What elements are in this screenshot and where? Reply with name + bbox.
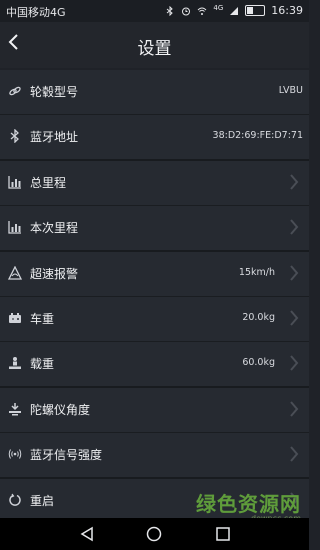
clock: 16:39 [271, 4, 303, 17]
chevron-right-icon [290, 265, 299, 281]
recents-square-icon[interactable] [214, 525, 232, 543]
settings-label: 陀螺仪角度 [30, 403, 91, 417]
device-info-section: 轮毂型号 LVBU 蓝牙地址 38:D2:69:FE:D7:71 [0, 70, 309, 159]
chevron-right-icon [290, 219, 299, 235]
person-load-icon [9, 357, 21, 369]
warning-icon [8, 266, 22, 280]
app-header: 设置 [0, 22, 309, 68]
chevron-right-icon [290, 174, 299, 190]
chevron-right-icon [290, 355, 299, 371]
settings-row-vehicle-weight[interactable]: 车重 20.0kg [0, 297, 309, 341]
wifi-icon [198, 7, 207, 15]
settings-label: 蓝牙信号强度 [30, 448, 103, 462]
settings-row-bluetooth-signal[interactable]: 蓝牙信号强度 [0, 433, 309, 477]
battery-icon [245, 5, 266, 16]
settings-row-hub-model: 轮毂型号 LVBU [0, 70, 309, 114]
ride-settings-section: 超速报警 15km/h 车重 20.0kg 载重 60.0kg [0, 252, 309, 386]
settings-row-speed-alarm[interactable]: 超速报警 15km/h [0, 252, 309, 296]
home-circle-icon[interactable] [145, 525, 163, 543]
settings-value: LVBU [278, 85, 303, 96]
settings-value: 60.0kg [242, 357, 275, 368]
signal-icon [230, 6, 239, 15]
bar-chart-icon [8, 221, 21, 234]
restart-icon [9, 493, 21, 506]
settings-row-trip-mileage[interactable]: 本次里程 [0, 206, 309, 250]
system-nav-bar [0, 518, 309, 550]
watermark-text: 绿色资源网 [196, 492, 301, 516]
bar-chart-icon [8, 176, 21, 189]
bluetooth-icon [10, 129, 19, 143]
chevron-right-icon [290, 401, 299, 417]
settings-row-total-mileage[interactable]: 总里程 [0, 161, 309, 205]
settings-row-bluetooth-address: 蓝牙地址 38:D2:69:FE:D7:71 [0, 115, 309, 159]
page-title: 设置 [137, 39, 172, 59]
bluetooth-icon [167, 5, 174, 16]
status-icons: 4G 16:39 [165, 4, 303, 17]
gyroscope-icon [9, 403, 21, 416]
carrier-label: 中国移动4G [6, 6, 66, 19]
battery-weight-icon [9, 313, 21, 323]
settings-label: 轮毂型号 [30, 85, 79, 99]
settings-row-load-weight[interactable]: 载重 60.0kg [0, 342, 309, 386]
network-badge: 4G [213, 3, 224, 12]
mileage-section: 总里程 本次里程 [0, 161, 309, 250]
settings-label: 车重 [30, 312, 55, 326]
settings-value: 38:D2:69:FE:D7:71 [212, 130, 303, 141]
alarm-icon [182, 7, 191, 15]
chevron-right-icon [290, 310, 299, 326]
signal-strength-icon [8, 449, 22, 459]
settings-label: 重启 [30, 494, 55, 508]
settings-row-gyroscope-angle[interactable]: 陀螺仪角度 [0, 388, 309, 432]
settings-label: 超速报警 [30, 267, 79, 281]
chevron-right-icon [290, 446, 299, 462]
settings-label: 蓝牙地址 [30, 130, 79, 144]
battery-level-fill [247, 7, 254, 14]
settings-label: 总里程 [30, 176, 67, 190]
sensor-section: 陀螺仪角度 蓝牙信号强度 [0, 388, 309, 477]
settings-label: 载重 [30, 357, 55, 371]
status-bar: 中国移动4G 4G 16:39 [0, 0, 309, 22]
settings-value: 20.0kg [242, 312, 275, 323]
settings-value: 15km/h [238, 267, 275, 278]
settings-label: 本次里程 [30, 221, 79, 235]
link-icon [9, 86, 21, 96]
back-triangle-icon[interactable] [78, 525, 96, 543]
